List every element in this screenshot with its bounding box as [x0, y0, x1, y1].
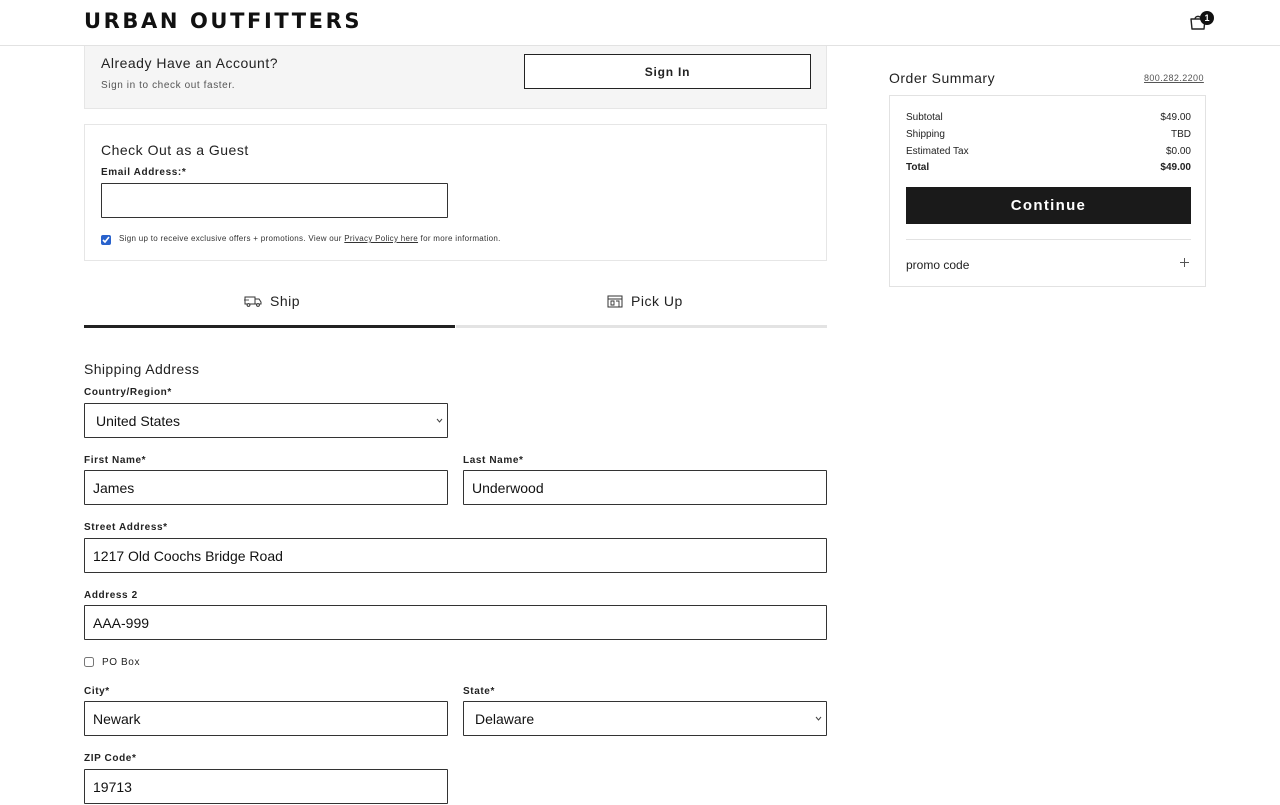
offers-text-after: for more information. [418, 234, 501, 243]
tab-ship-indicator [84, 325, 455, 328]
zip-code-field[interactable] [84, 769, 448, 804]
po-box-label: PO Box [102, 657, 141, 668]
order-summary-title: Order Summary [889, 70, 996, 86]
tab-ship[interactable]: Ship [84, 281, 455, 329]
country-select[interactable]: United States [84, 403, 448, 438]
order-summary-box: Subtotal $49.00 Shipping TBD Estimated T… [889, 95, 1206, 287]
sign-in-button[interactable]: Sign In [524, 54, 811, 89]
offers-checkbox[interactable] [101, 235, 111, 245]
offers-text-before: Sign up to receive exclusive offers + pr… [119, 234, 345, 243]
shipping-label: Shipping [906, 129, 945, 140]
estimated-tax-row: Estimated Tax $0.00 [906, 146, 1191, 157]
subtotal-row: Subtotal $49.00 [906, 112, 1191, 123]
shipping-address-title: Shipping Address [84, 361, 200, 377]
email-label: Email Address:* [101, 167, 187, 178]
promo-code-toggle[interactable]: promo code [906, 256, 1191, 272]
store-icon [607, 295, 623, 307]
cart-count-badge: 1 [1200, 11, 1214, 25]
state-select[interactable]: Delaware [463, 701, 827, 736]
street-address-field[interactable] [84, 538, 827, 573]
city-label: City* [84, 686, 110, 697]
city-field[interactable] [84, 701, 448, 736]
last-name-field[interactable] [463, 470, 827, 505]
site-header: URBAN OUTFITTERS 1 [0, 0, 1280, 46]
truck-icon [244, 296, 262, 307]
account-panel-subtitle: Sign in to check out faster. [101, 80, 236, 91]
total-value: $49.00 [1160, 162, 1191, 173]
tab-ship-label: Ship [270, 293, 301, 309]
subtotal-label: Subtotal [906, 112, 943, 123]
estimated-tax-label: Estimated Tax [906, 146, 969, 157]
fulfillment-tabs: Ship Pick Up [84, 281, 827, 329]
first-name-field[interactable] [84, 470, 448, 505]
cart-button[interactable]: 1 [1189, 11, 1215, 33]
shipping-row: Shipping TBD [906, 129, 1191, 140]
guest-checkout-panel: Check Out as a Guest Email Address:* Sig… [84, 124, 827, 261]
estimated-tax-value: $0.00 [1165, 146, 1191, 157]
account-panel-title: Already Have an Account? [101, 55, 278, 71]
subtotal-value: $49.00 [1160, 112, 1191, 123]
street-address-label: Street Address* [84, 522, 168, 533]
continue-button[interactable]: Continue [906, 187, 1191, 224]
total-label: Total [906, 162, 930, 173]
email-field[interactable] [101, 183, 448, 218]
po-box-checkbox[interactable] [84, 657, 94, 667]
customer-service-phone-link[interactable]: 800.282.2200 [1144, 73, 1204, 83]
address-2-field[interactable] [84, 605, 827, 640]
tab-pick-up-label: Pick Up [631, 293, 683, 309]
first-name-label: First Name* [84, 455, 147, 466]
shipping-value: TBD [1171, 129, 1191, 140]
zip-code-label: ZIP Code* [84, 753, 137, 764]
tab-pick-up[interactable]: Pick Up [456, 281, 827, 329]
plus-icon [1180, 258, 1189, 267]
last-name-label: Last Name* [463, 455, 524, 466]
account-panel: Already Have an Account? Sign in to chec… [84, 46, 827, 109]
total-row: Total $49.00 [906, 162, 1191, 173]
tab-pick-up-indicator [456, 325, 827, 328]
summary-divider [906, 239, 1191, 240]
privacy-policy-link[interactable]: Privacy Policy here [344, 234, 418, 243]
state-label: State* [463, 686, 495, 697]
address-2-label: Address 2 [84, 590, 138, 601]
country-select-wrapper: United States [84, 403, 448, 438]
promo-code-label: promo code [906, 258, 970, 272]
state-select-wrapper: Delaware [463, 701, 827, 736]
offers-consent-text: Sign up to receive exclusive offers + pr… [119, 234, 501, 243]
country-label: Country/Region* [84, 387, 172, 398]
brand-logo[interactable]: URBAN OUTFITTERS [84, 9, 362, 33]
guest-panel-title: Check Out as a Guest [101, 142, 249, 158]
